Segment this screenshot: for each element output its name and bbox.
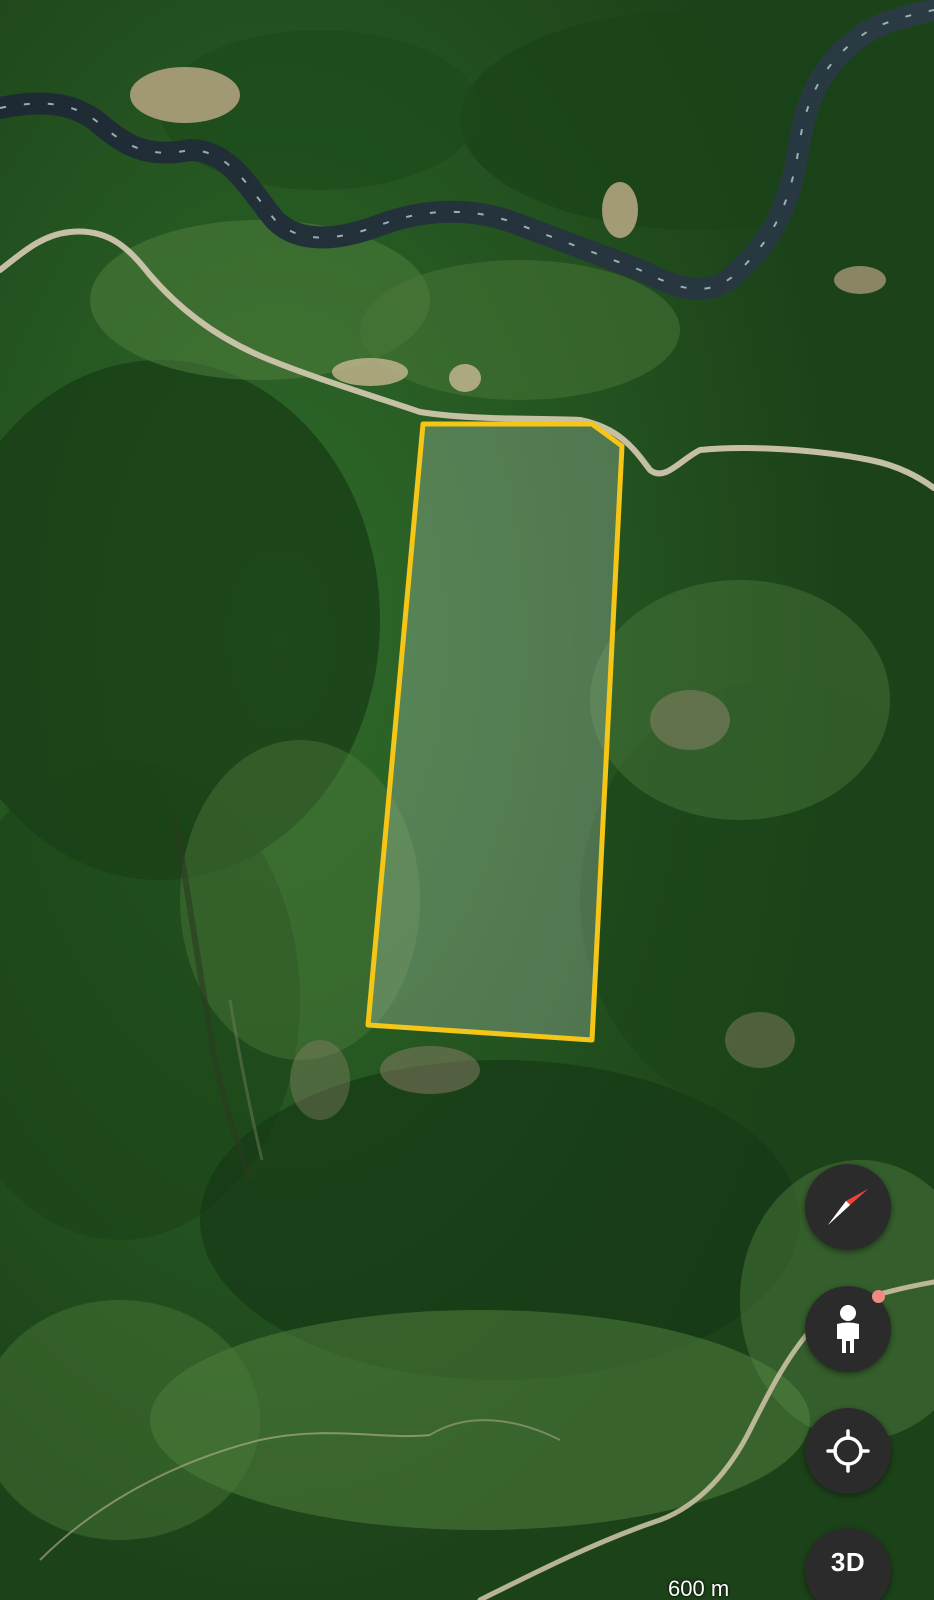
compass-needle-icon xyxy=(828,1189,868,1225)
satellite-imagery[interactable] xyxy=(0,0,934,1600)
satellite-map[interactable]: 3D 600 m xyxy=(0,0,934,1600)
scale-bar-label: 600 m xyxy=(668,1576,730,1600)
my-location-button[interactable] xyxy=(805,1408,891,1494)
compass-button[interactable] xyxy=(805,1164,891,1250)
pegman-icon xyxy=(837,1305,859,1353)
notification-dot xyxy=(872,1290,885,1303)
crosshair-icon xyxy=(826,1429,870,1473)
3d-label: 3D xyxy=(830,1546,866,1577)
